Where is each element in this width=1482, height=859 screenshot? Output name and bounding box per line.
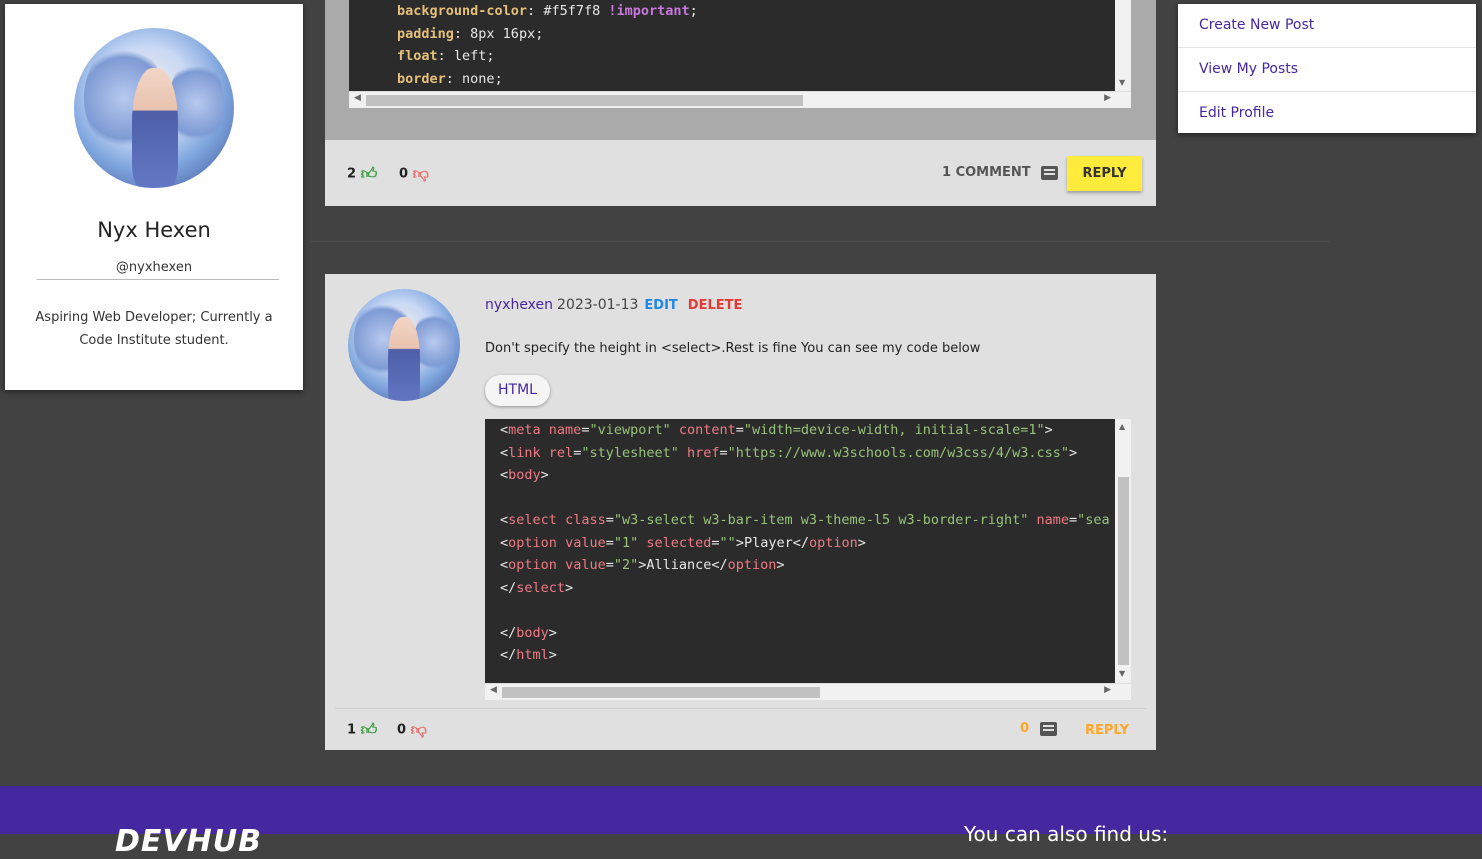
profile-bio: Aspiring Web Developer; Currently a Code… (35, 310, 273, 348)
dislike-button[interactable]: 0 👎︎ (399, 164, 429, 184)
footer: DEVHUB You can also find us: (0, 786, 1482, 859)
reply-button[interactable]: REPLY (1085, 723, 1129, 738)
code-line: <option value="2">Alliance</option> (500, 557, 785, 573)
code-line: <select class="w3-select w3-bar-item w3-… (500, 512, 1110, 528)
dislike-count: 0 (397, 722, 407, 738)
divider (37, 279, 279, 280)
code-line: <meta name="viewport" content="width=dev… (500, 422, 1053, 438)
code-block[interactable]: <meta name="viewport" content="width=dev… (485, 419, 1115, 683)
scrollbar-thumb[interactable] (1118, 477, 1129, 665)
post-card: background-color: #f5f7f8 !important; pa… (325, 0, 1156, 206)
avatar (74, 28, 234, 188)
post-meta: nyxhexen 2023-01-13 EDIT DELETE (485, 297, 742, 313)
comments-link[interactable]: 0 (1020, 721, 1057, 736)
like-button[interactable]: 2 👍︎ (347, 164, 377, 184)
code-line: <body> (500, 467, 549, 483)
profile-handle: @nyxhexen (115, 260, 193, 275)
language-chip[interactable]: HTML (485, 375, 550, 406)
scroll-down-arrow-icon[interactable]: ▼ (1119, 669, 1125, 678)
code-line: border: none; (397, 70, 503, 87)
comment-icon (1041, 165, 1059, 180)
divider (335, 708, 1146, 709)
footer-logo[interactable]: DEVHUB (115, 824, 262, 859)
thumbs-up-icon: 👍︎ (360, 720, 378, 739)
menu-item-edit-profile[interactable]: Edit Profile (1178, 92, 1476, 135)
scroll-up-arrow-icon[interactable]: ▲ (1119, 422, 1125, 431)
code-line: <option value="1" selected="">Player</op… (500, 534, 866, 551)
reply-button[interactable]: REPLY (1067, 156, 1142, 191)
like-count: 1 (347, 722, 357, 738)
code-line: </body> (500, 624, 557, 641)
post-actions-bar: 2 👍︎ 0 👎︎ 1 COMMENT REPLY (325, 140, 1156, 206)
scrollbar-thumb[interactable] (366, 95, 803, 106)
post-content: Don't specify the height in <select>.Res… (485, 341, 981, 356)
scroll-right-arrow-icon[interactable]: ▶ (1104, 93, 1111, 103)
code-line: background-color: #f5f7f8 !important; (397, 3, 698, 19)
horizontal-scrollbar[interactable]: ◀ ▶ (485, 683, 1131, 700)
comment-count-label: 1 COMMENT (942, 165, 1031, 180)
post-card: nyxhexen 2023-01-13 EDIT DELETE Don't speci… (325, 274, 1156, 750)
comment-icon (1039, 721, 1057, 736)
like-button[interactable]: 1 👍︎ (347, 720, 377, 740)
edit-button[interactable]: EDIT (644, 298, 677, 313)
horizontal-scrollbar[interactable]: ◀ ▶ (349, 91, 1131, 108)
thumbs-down-icon: 👎︎ (410, 720, 427, 739)
scroll-left-arrow-icon[interactable]: ◀ (490, 685, 497, 695)
comment-count: 0 (1020, 721, 1030, 736)
vertical-scrollbar[interactable]: ▲ ▼ (1115, 419, 1131, 683)
scrollbar-thumb[interactable] (502, 687, 820, 698)
menu-item-view-posts[interactable]: View My Posts (1178, 48, 1476, 92)
code-line: </html> (500, 647, 557, 663)
post-body: background-color: #f5f7f8 !important; pa… (325, 0, 1156, 140)
code-line: padding: 8px 16px; (397, 25, 544, 42)
post-divider (310, 241, 1330, 242)
code-line: <link rel="stylesheet" href="https://www… (500, 444, 1078, 461)
like-count: 2 (347, 166, 357, 182)
post-date: 2023-01-13 (557, 297, 639, 313)
post-username[interactable]: nyxhexen (485, 297, 553, 313)
profile-card: Nyx Hexen @nyxhexen Aspiring Web Develop… (5, 4, 303, 390)
scroll-down-arrow-icon[interactable]: ▼ (1119, 78, 1125, 87)
user-menu: Create New Post View My Posts Edit Profi… (1178, 4, 1476, 133)
thumbs-down-icon: 👎︎ (412, 164, 429, 183)
code-block[interactable]: background-color: #f5f7f8 !important; pa… (349, 0, 1131, 91)
scroll-right-arrow-icon[interactable]: ▶ (1104, 685, 1111, 695)
dislike-count: 0 (399, 166, 409, 182)
avatar[interactable] (348, 289, 460, 401)
thumbs-up-icon: 👍︎ (360, 164, 378, 183)
menu-item-create-post[interactable]: Create New Post (1178, 4, 1476, 48)
code-line: float: left; (397, 48, 495, 64)
scroll-left-arrow-icon[interactable]: ◀ (354, 93, 361, 103)
code-line: </select> (500, 579, 574, 596)
comments-link[interactable]: 1 COMMENT (942, 165, 1059, 180)
vertical-scrollbar[interactable]: ▼ (1115, 0, 1131, 91)
dislike-button[interactable]: 0 👎︎ (397, 720, 427, 740)
profile-name: Nyx Hexen (97, 218, 211, 242)
footer-find-us: You can also find us: (964, 822, 1169, 846)
delete-button[interactable]: DELETE (688, 298, 743, 313)
